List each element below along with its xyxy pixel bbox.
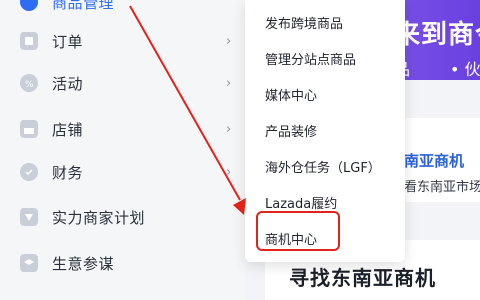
promotion-icon: %	[20, 74, 38, 92]
sidebar-item-finance[interactable]: 财务 ›	[0, 152, 245, 192]
sidebar-item-label: 订单	[52, 32, 84, 51]
sidebar-item-label: 商品管理	[52, 0, 115, 12]
submenu-item-publish[interactable]: 发布跨境商品	[265, 13, 343, 32]
sidebar-item-promotions[interactable]: % 活动 ›	[0, 63, 245, 103]
chevron-right-icon: ›	[226, 121, 232, 137]
merchant-plan-icon	[20, 208, 38, 226]
products-icon	[20, 0, 38, 11]
submenu-item-manage-sites[interactable]: 管理分站点商品	[265, 49, 356, 68]
chevron-right-icon: ›	[226, 75, 232, 91]
sidebar-item-products[interactable]: 商品管理	[0, 0, 245, 22]
order-icon	[20, 32, 38, 50]
sidebar-item-orders[interactable]: 订单 ›	[0, 21, 245, 61]
sidebar-item-merchant-plan[interactable]: 实力商家计划	[0, 197, 245, 237]
submenu-item-media-center[interactable]: 媒体中心	[265, 85, 317, 104]
chevron-right-icon: ›	[226, 164, 232, 180]
sidebar-item-store[interactable]: 店铺 ›	[0, 109, 245, 149]
store-icon	[20, 120, 38, 138]
sidebar: 商品管理 订单 › % 活动 › 店铺 › 财务 › 实力商家计划 生意参谋	[0, 0, 245, 300]
card-subtitle: 看东南亚市场	[404, 180, 480, 195]
card-title: 南亚商机	[404, 152, 465, 170]
submenu-item-lgf-tasks[interactable]: 海外仓任务（LGF）	[265, 157, 381, 176]
svg-text:%: %	[25, 80, 34, 89]
sidebar-item-label: 店铺	[52, 120, 84, 139]
sidebar-item-label: 财务	[52, 163, 84, 182]
banner-subtitle-right: • 伙	[450, 60, 480, 79]
finance-icon	[20, 163, 38, 181]
business-advisor-icon	[20, 254, 38, 272]
annotation-highlight-box	[256, 211, 340, 251]
sidebar-item-label: 实力商家计划	[52, 208, 146, 227]
section-title: 寻找东南亚商机	[289, 266, 436, 290]
sidebar-item-label: 活动	[52, 74, 84, 93]
submenu-item-product-decoration[interactable]: 产品装修	[265, 121, 317, 140]
sidebar-item-business-advisor[interactable]: 生意参谋	[0, 243, 245, 283]
chevron-right-icon: ›	[226, 33, 232, 49]
sidebar-item-label: 生意参谋	[52, 254, 115, 273]
submenu-item-lazada-fulfillment[interactable]: Lazada履约	[265, 193, 337, 212]
banner-title: 来到商今	[394, 20, 480, 50]
